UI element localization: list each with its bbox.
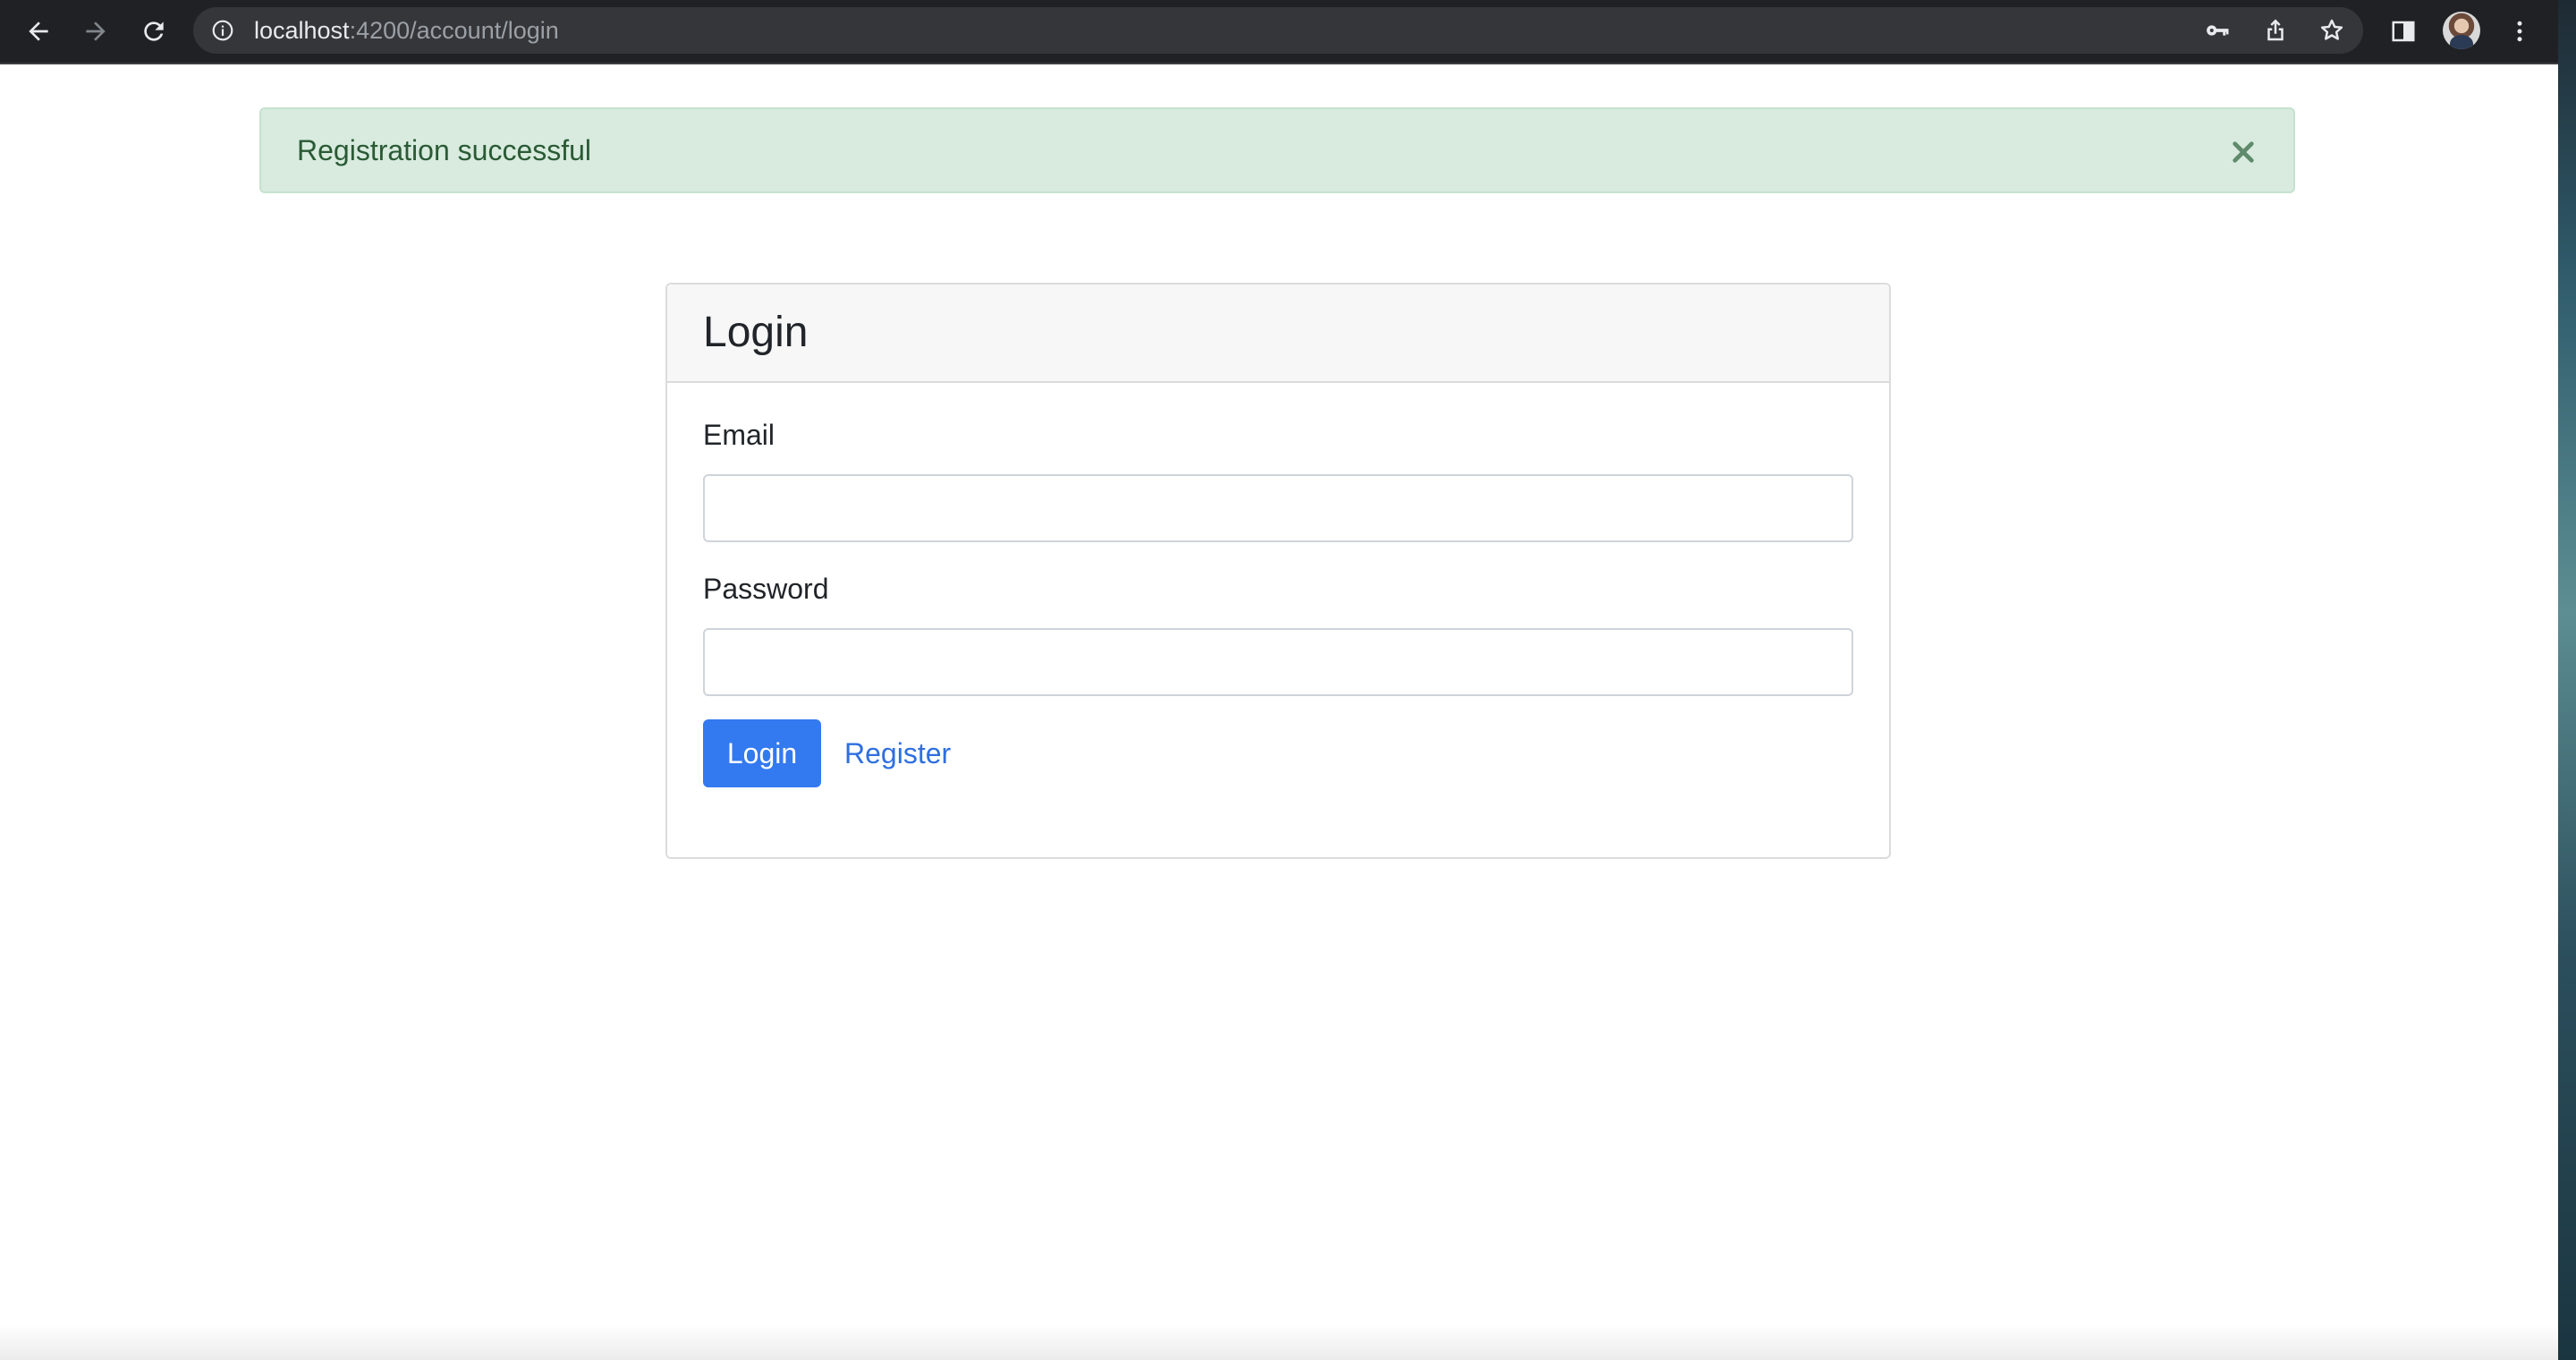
key-icon[interactable] <box>2204 17 2231 44</box>
card-header: Login <box>667 285 1889 383</box>
login-card: Login Email Password Login Register <box>665 283 1891 859</box>
arrow-right-icon <box>86 21 106 41</box>
url-path: :4200/account/login <box>349 17 559 44</box>
back-button[interactable] <box>20 13 57 50</box>
url-host: localhost <box>254 17 350 44</box>
avatar[interactable] <box>2443 12 2480 49</box>
close-icon[interactable] <box>2231 140 2256 165</box>
success-alert: Registration successful <box>259 107 2295 193</box>
password-label: Password <box>703 573 829 605</box>
kebab-menu-icon[interactable] <box>2504 16 2535 47</box>
browser-toolbar: localhost:4200/account/login <box>0 0 2558 64</box>
url-text[interactable]: localhost:4200/account/login <box>254 7 559 54</box>
side-panel-icon[interactable] <box>2388 16 2419 47</box>
star-icon[interactable] <box>2318 17 2345 44</box>
email-field[interactable] <box>703 474 1853 542</box>
register-link[interactable]: Register <box>844 719 951 787</box>
page-title: Login <box>703 309 809 356</box>
alert-message: Registration successful <box>297 134 592 166</box>
page-content: Registration successful Login Email Pass… <box>0 64 2558 1360</box>
arrow-left-icon <box>29 21 48 41</box>
password-field[interactable] <box>703 628 1853 696</box>
reload-button[interactable] <box>135 13 173 50</box>
reload-icon <box>144 21 164 41</box>
login-button[interactable]: Login <box>703 719 821 787</box>
forward-button[interactable] <box>77 13 114 50</box>
address-bar[interactable]: localhost:4200/account/login <box>193 7 2363 54</box>
info-icon[interactable] <box>211 19 234 42</box>
browser-window: localhost:4200/account/login Registratio… <box>0 0 2558 1360</box>
email-label: Email <box>703 419 775 451</box>
window-bottom-edge <box>0 1324 2558 1360</box>
share-icon[interactable] <box>2262 17 2289 44</box>
desktop-background <box>2558 0 2576 1360</box>
